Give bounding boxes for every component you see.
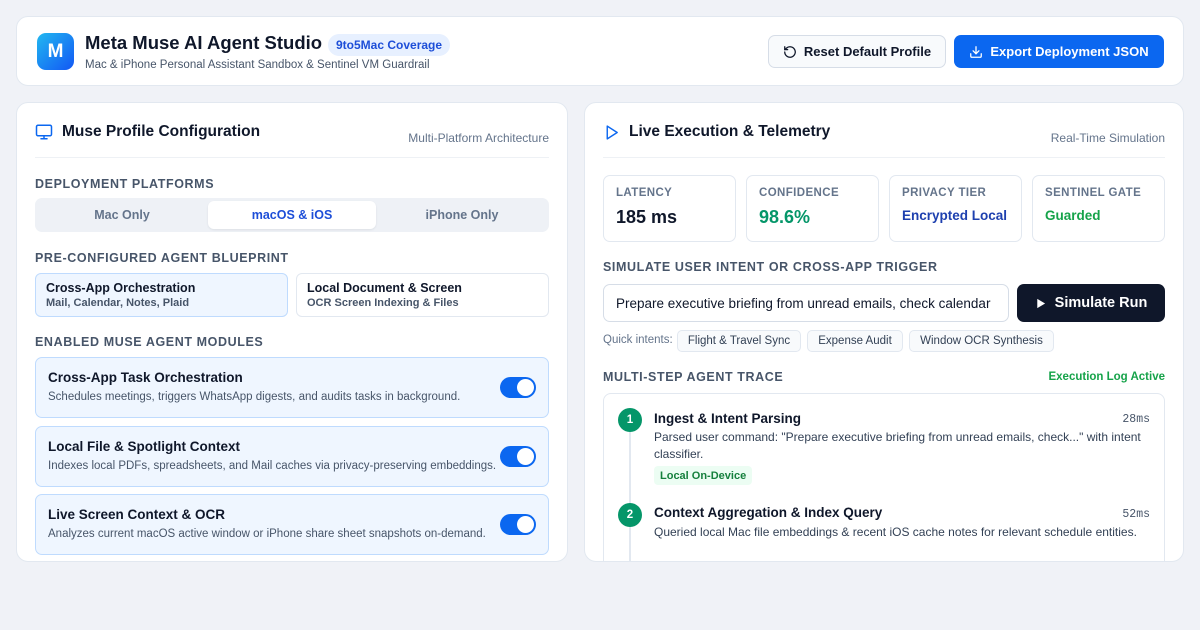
module-toggle[interactable]	[500, 446, 536, 467]
module-title: Cross-App Task Orchestration	[48, 370, 243, 385]
metric-sentinel-gate: Sentinel Gate Guarded	[1032, 175, 1165, 242]
profile-panel-header: Muse Profile Configuration	[35, 123, 260, 141]
trace-label: Multi-Step Agent Trace	[603, 370, 784, 384]
intent-input[interactable]	[603, 284, 1009, 322]
app-title: Meta Muse AI Agent Studio	[85, 32, 323, 53]
trace-timeline-line	[629, 428, 631, 561]
coverage-badge: 9to5Mac Coverage	[328, 34, 451, 56]
profile-divider	[35, 157, 549, 158]
module-description: Analyzes current macOS active window or …	[48, 528, 486, 540]
export-button-label: Export Deployment JSON	[990, 44, 1149, 59]
app-header: M Meta Muse AI Agent Studio 9to5Mac Cove…	[16, 16, 1184, 86]
reset-button-label: Reset Default Profile	[803, 44, 932, 59]
module-title: Live Screen Context & OCR	[48, 507, 226, 522]
download-icon	[970, 45, 983, 58]
telemetry-panel: Live Execution & Telemetry Real-Time Sim…	[584, 102, 1184, 562]
metric-label: Sentinel Gate	[1045, 187, 1142, 199]
step-time: 52ms	[1122, 508, 1150, 521]
metric-value: 98.6%	[759, 207, 811, 227]
step-time: 28ms	[1122, 413, 1150, 426]
platform-option-iphone-only[interactable]: iPhone Only	[378, 201, 546, 229]
modules-label: Enabled Muse Agent Modules	[35, 335, 264, 349]
blueprint-subtitle: OCR Screen Indexing & Files	[307, 297, 459, 309]
quick-intent-flight-travel-sync[interactable]: Flight & Travel Sync	[677, 330, 801, 352]
reset-default-profile-button[interactable]: Reset Default Profile	[768, 35, 946, 68]
blueprint-cross-app-orchestration[interactable]: Cross-App Orchestration Mail, Calendar, …	[35, 273, 288, 317]
app-subtitle: Mac & iPhone Personal Assistant Sandbox …	[85, 59, 430, 71]
agent-trace-log: 1 Ingest & Intent Parsing 28ms Parsed us…	[603, 393, 1165, 561]
toggle-knob	[517, 516, 534, 533]
step-title: Context Aggregation & Index Query	[654, 505, 883, 520]
module-description: Schedules meetings, triggers WhatsApp di…	[48, 391, 461, 403]
metric-label: Latency	[616, 187, 673, 199]
blueprint-label: Pre-Configured Agent Blueprint	[35, 251, 289, 265]
play-outline-icon	[606, 124, 618, 140]
platform-selector: Mac Only macOS & iOS iPhone Only	[35, 198, 549, 232]
intent-label: Simulate User Intent or Cross-App Trigge…	[603, 260, 938, 274]
deployment-platforms-label: Deployment Platforms	[35, 177, 215, 191]
step-tag: Local On-Device	[654, 466, 753, 485]
play-filled-icon	[1036, 298, 1045, 308]
monitor-icon	[35, 124, 53, 140]
simulate-run-button[interactable]: Simulate Run	[1017, 284, 1165, 322]
step-number: 2	[618, 503, 642, 527]
metric-value: Guarded	[1045, 208, 1101, 223]
telemetry-panel-meta: Real-Time Simulation	[1050, 131, 1165, 145]
blueprint-title: Local Document & Screen	[307, 281, 462, 295]
metric-confidence: Confidence 98.6%	[746, 175, 879, 242]
step-title: Ingest & Intent Parsing	[654, 411, 802, 426]
profile-panel-title: Muse Profile Configuration	[62, 123, 261, 140]
step-description: Queried local Mac file embeddings & rece…	[654, 525, 1137, 539]
quick-intent-window-ocr-synthesis[interactable]: Window OCR Synthesis	[909, 330, 1054, 352]
platform-option-macos-ios[interactable]: macOS & iOS	[208, 201, 376, 229]
blueprint-subtitle: Mail, Calendar, Notes, Plaid	[46, 297, 190, 309]
quick-intents-label: Quick intents:	[603, 334, 673, 346]
platform-option-mac-only[interactable]: Mac Only	[38, 201, 206, 229]
blueprint-title: Cross-App Orchestration	[46, 281, 196, 295]
metric-value: Encrypted Local	[902, 208, 1008, 223]
metric-privacy-tier: Privacy Tier Encrypted Local	[889, 175, 1022, 242]
module-live-screen-context-ocr: Live Screen Context & OCR Analyzes curre…	[35, 494, 549, 555]
app-logo: M	[37, 33, 74, 70]
rotate-ccw-icon	[784, 45, 796, 58]
blueprint-local-document-screen[interactable]: Local Document & Screen OCR Screen Index…	[296, 273, 549, 317]
toggle-knob	[517, 448, 534, 465]
telemetry-panel-header: Live Execution & Telemetry	[603, 123, 830, 141]
telemetry-divider	[603, 157, 1165, 158]
metric-latency: Latency 185 ms	[603, 175, 736, 242]
toggle-knob	[517, 379, 534, 396]
metric-value: 185 ms	[616, 207, 678, 227]
trace-status: Execution Log Active	[1048, 371, 1165, 383]
module-toggle[interactable]	[500, 514, 536, 535]
profile-panel-meta: Multi-Platform Architecture	[408, 131, 549, 145]
simulate-button-label: Simulate Run	[1054, 295, 1148, 311]
quick-intent-expense-audit[interactable]: Expense Audit	[807, 330, 903, 352]
step-number: 1	[618, 408, 642, 432]
step-description: Parsed user command: "Prepare executive …	[654, 430, 1141, 461]
module-description: Indexes local PDFs, spreadsheets, and Ma…	[48, 460, 497, 472]
module-cross-app-task-orchestration: Cross-App Task Orchestration Schedules m…	[35, 357, 549, 418]
module-title: Local File & Spotlight Context	[48, 439, 240, 454]
telemetry-panel-title: Live Execution & Telemetry	[629, 123, 831, 140]
module-local-file-spotlight-context: Local File & Spotlight Context Indexes l…	[35, 426, 549, 487]
metric-label: Confidence	[759, 187, 840, 199]
profile-configuration-panel: Muse Profile Configuration Multi-Platfor…	[16, 102, 568, 562]
export-deployment-json-button[interactable]: Export Deployment JSON	[954, 35, 1164, 68]
module-toggle[interactable]	[500, 377, 536, 398]
metric-label: Privacy Tier	[902, 187, 987, 199]
